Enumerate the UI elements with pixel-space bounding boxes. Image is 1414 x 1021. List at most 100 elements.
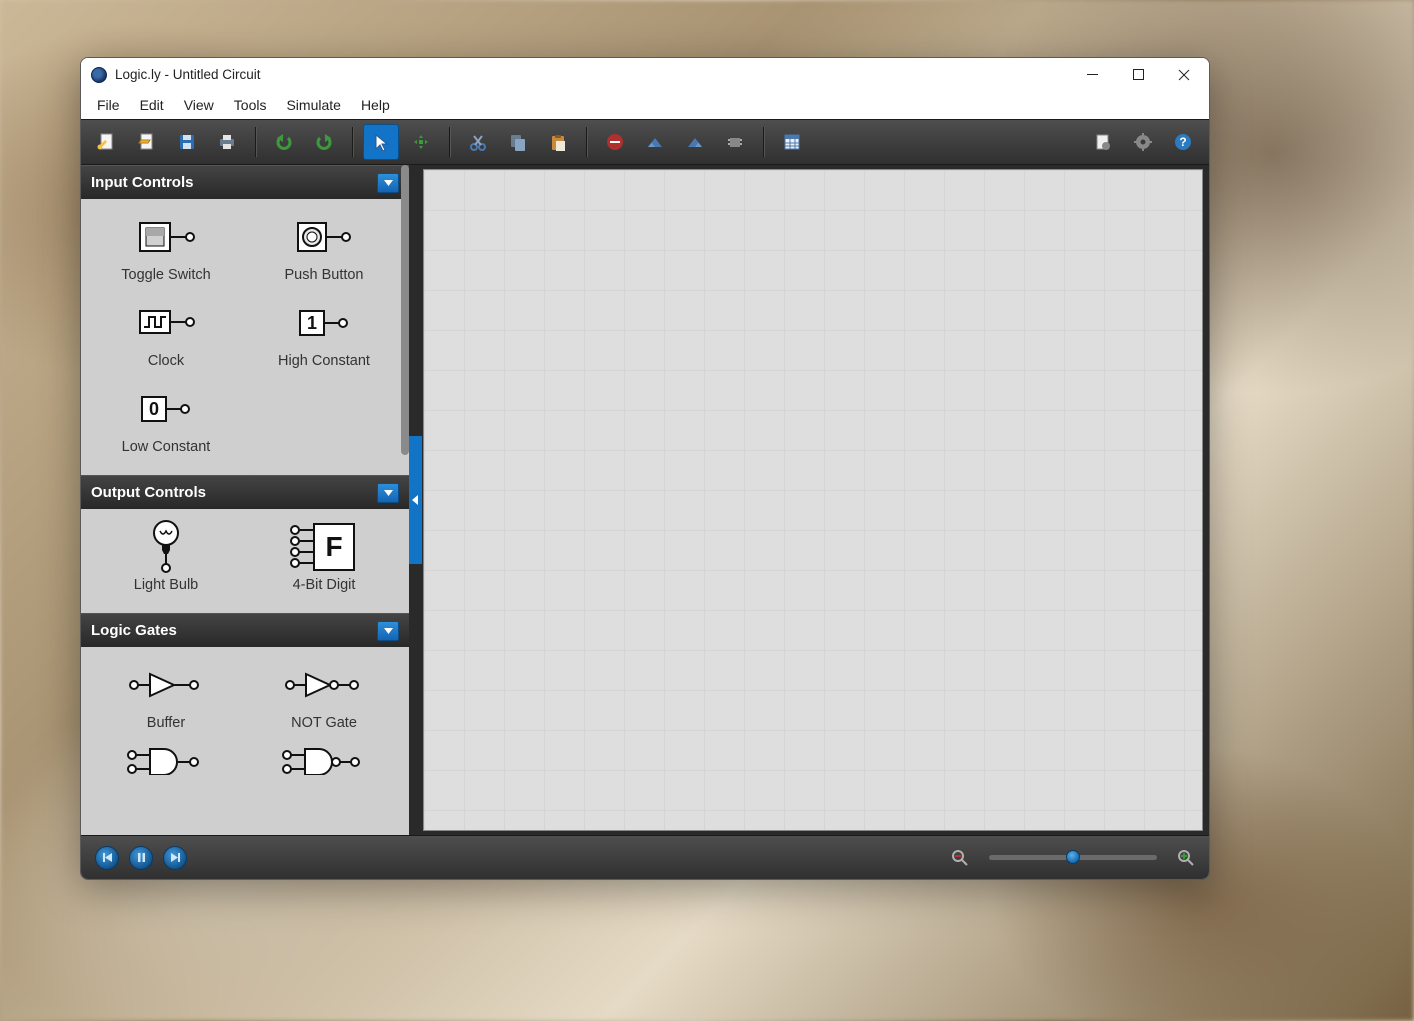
section-collapse-button[interactable]	[377, 621, 399, 641]
rotate-left-button[interactable]	[637, 124, 673, 160]
toolbar-separator	[586, 127, 587, 157]
minimize-button[interactable]	[1069, 59, 1115, 91]
minimize-icon	[1087, 69, 1098, 80]
save-file-icon	[177, 132, 197, 152]
copy-icon	[509, 133, 527, 151]
sim-step-button[interactable]	[163, 846, 187, 870]
zoom-slider-thumb[interactable]	[1066, 850, 1080, 864]
maximize-button[interactable]	[1115, 59, 1161, 91]
skip-back-icon	[103, 853, 112, 862]
component-label: Push Button	[285, 267, 364, 283]
zoom-in-icon	[1177, 849, 1195, 867]
new-file-icon	[97, 132, 117, 152]
titlebar: Logic.ly - Untitled Circuit	[81, 58, 1209, 91]
section-title: Output Controls	[91, 484, 377, 501]
help-button[interactable]: ?	[1165, 124, 1201, 160]
sidebar-collapse-handle[interactable]	[408, 436, 422, 564]
4bit-digit-icon: F	[286, 523, 362, 571]
menu-simulate[interactable]: Simulate	[276, 93, 350, 117]
toolbar-separator	[449, 127, 450, 157]
zoom-out-button[interactable]	[951, 849, 969, 867]
pan-tool-button[interactable]	[403, 124, 439, 160]
redo-button[interactable]	[306, 124, 342, 160]
menu-tools[interactable]: Tools	[224, 93, 277, 117]
close-icon	[1178, 69, 1190, 81]
component-label: Toggle Switch	[121, 267, 210, 283]
print-button[interactable]	[209, 124, 245, 160]
component-high-constant[interactable]: 1 High Constant	[245, 299, 403, 369]
document-settings-button[interactable]	[1085, 124, 1121, 160]
section-title: Logic Gates	[91, 622, 377, 639]
component-buffer[interactable]: Buffer	[87, 661, 245, 731]
sim-restart-button[interactable]	[95, 846, 119, 870]
preferences-button[interactable]	[1125, 124, 1161, 160]
undo-button[interactable]	[266, 124, 302, 160]
open-file-button[interactable]	[129, 124, 165, 160]
component-push-button[interactable]: Push Button	[245, 213, 403, 283]
section-collapse-button[interactable]	[377, 483, 399, 503]
zoom-slider[interactable]	[989, 855, 1157, 860]
statusbar	[81, 835, 1209, 879]
and-gate-icon	[124, 747, 208, 775]
document-settings-icon	[1094, 133, 1112, 151]
component-label: Light Bulb	[134, 577, 199, 593]
gear-icon	[1134, 133, 1152, 151]
menu-help[interactable]: Help	[351, 93, 400, 117]
push-button-icon	[292, 213, 356, 261]
section-header-output-controls[interactable]: Output Controls	[81, 475, 409, 509]
circuit-canvas[interactable]	[423, 169, 1203, 831]
component-nand-gate[interactable]	[245, 747, 403, 775]
sidebar-scrollbar[interactable]	[401, 165, 409, 455]
open-file-icon	[137, 132, 157, 152]
create-ic-button[interactable]	[717, 124, 753, 160]
maximize-icon	[1133, 69, 1144, 80]
pointer-tool-button[interactable]	[363, 124, 399, 160]
cut-icon	[469, 133, 487, 151]
workspace: Input Controls Toggle Switch Push Button	[81, 165, 1209, 835]
component-light-bulb[interactable]: Light Bulb	[87, 523, 245, 593]
section-body-logic-gates: Buffer NOT Gate	[81, 647, 409, 759]
app-window: Logic.ly - Untitled Circuit File Edit Vi…	[80, 57, 1210, 880]
component-4bit-digit[interactable]: F 4-Bit Digit	[245, 523, 403, 593]
print-icon	[217, 132, 237, 152]
clock-icon	[134, 299, 198, 347]
section-collapse-button[interactable]	[377, 173, 399, 193]
paste-button[interactable]	[540, 124, 576, 160]
cut-button[interactable]	[460, 124, 496, 160]
not-gate-icon	[282, 661, 366, 709]
zoom-in-button[interactable]	[1177, 849, 1195, 867]
save-file-button[interactable]	[169, 124, 205, 160]
menubar: File Edit View Tools Simulate Help	[81, 91, 1209, 119]
redo-icon	[314, 132, 334, 152]
menu-edit[interactable]: Edit	[130, 93, 174, 117]
component-and-gate[interactable]	[87, 747, 245, 775]
section-title: Input Controls	[91, 174, 377, 191]
svg-text:?: ?	[1179, 135, 1186, 149]
rotate-right-button[interactable]	[677, 124, 713, 160]
section-body-input-controls: Toggle Switch Push Button Clock 1	[81, 199, 409, 475]
svg-text:1: 1	[307, 313, 317, 333]
component-toggle-switch[interactable]: Toggle Switch	[87, 213, 245, 283]
toolbar-separator	[352, 127, 353, 157]
high-constant-icon: 1	[294, 299, 354, 347]
undo-icon	[274, 132, 294, 152]
table-icon	[783, 133, 801, 151]
help-icon: ?	[1174, 133, 1192, 151]
new-file-button[interactable]	[89, 124, 125, 160]
delete-button[interactable]	[597, 124, 633, 160]
truth-table-button[interactable]	[774, 124, 810, 160]
menu-view[interactable]: View	[174, 93, 224, 117]
component-clock[interactable]: Clock	[87, 299, 245, 369]
toggle-switch-icon	[134, 213, 198, 261]
component-low-constant[interactable]: 0 Low Constant	[87, 385, 245, 455]
section-header-logic-gates[interactable]: Logic Gates	[81, 613, 409, 647]
section-header-input-controls[interactable]: Input Controls	[81, 165, 409, 199]
toolbar-separator	[255, 127, 256, 157]
close-button[interactable]	[1161, 59, 1207, 91]
sim-pause-button[interactable]	[129, 846, 153, 870]
copy-button[interactable]	[500, 124, 536, 160]
app-icon	[91, 67, 107, 83]
component-label: Low Constant	[122, 439, 211, 455]
menu-file[interactable]: File	[87, 93, 130, 117]
component-not-gate[interactable]: NOT Gate	[245, 661, 403, 731]
